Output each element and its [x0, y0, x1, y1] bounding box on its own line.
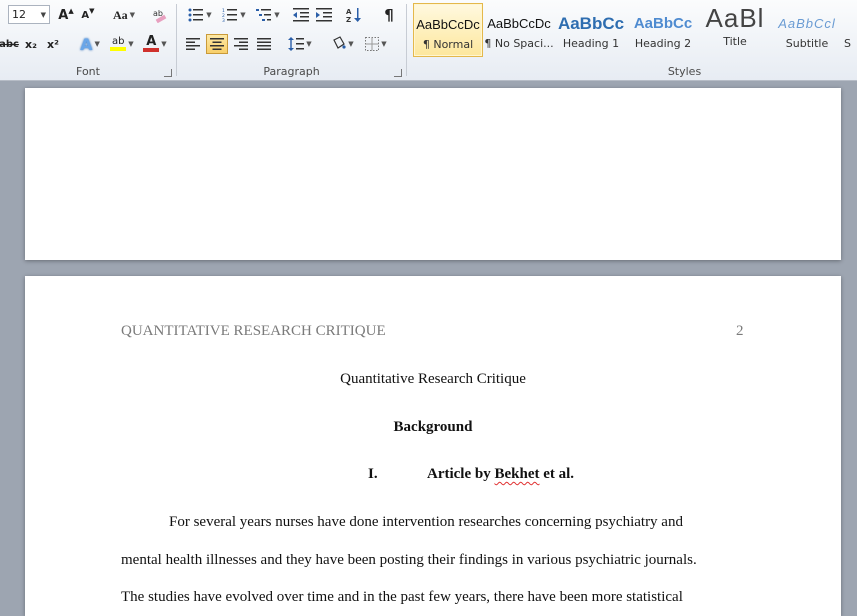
align-right-icon: [234, 38, 248, 50]
style-name: Heading 2: [634, 37, 692, 50]
change-case-label: Aa: [112, 7, 128, 22]
style-sample: AaBbCc: [633, 15, 693, 32]
strikethrough-label: abc: [0, 38, 19, 50]
decrease-indent-icon: [293, 8, 309, 22]
paragraph-line: The studies have evolved over time and i…: [121, 589, 683, 605]
style-sample: AaBbCcDc: [487, 16, 551, 31]
justify-button[interactable]: [254, 34, 274, 54]
document-title: Quantitative Research Critique: [340, 371, 526, 387]
clear-formatting-icon: ab: [153, 9, 167, 23]
pilcrow-icon: ¶: [384, 6, 394, 24]
align-center-icon: [210, 38, 224, 50]
article-heading-suffix: et al.: [539, 466, 575, 482]
highlight-color-swatch: [110, 47, 127, 51]
bullet-list-icon: [188, 8, 204, 22]
multilevel-list-button[interactable]: ▼: [253, 5, 283, 25]
styles-group-label: Styles: [667, 65, 702, 78]
font-group: 12 ▼ A ▲ A ▼ Aa ▼ ab abc x₂ x² A ▼ ab ▼ …: [0, 0, 176, 80]
style-name: Subtitle: [785, 37, 829, 50]
clear-formatting-button[interactable]: ab: [150, 5, 170, 25]
style-sample: AaBbCcDc: [416, 17, 480, 32]
style-subtitle[interactable]: AaBbCcl Subtitle: [772, 3, 842, 57]
style-name: Title: [723, 35, 747, 48]
numbering-button[interactable]: 1 2 3 ▼: [219, 5, 249, 25]
style-name: Heading 1: [562, 37, 620, 50]
shading-button[interactable]: ▼: [327, 34, 357, 54]
font-size-combo[interactable]: 12 ▼: [8, 5, 50, 24]
show-formatting-marks-button[interactable]: ¶: [379, 5, 399, 25]
spelling-error-word: Bekhet: [494, 466, 540, 482]
article-heading: Article by Bekhet et al.: [427, 466, 574, 483]
increase-indent-button[interactable]: [314, 5, 334, 25]
increase-indent-icon: [316, 8, 332, 22]
font-group-label: Font: [76, 65, 100, 78]
style-name: ¶ Normal: [422, 38, 474, 51]
style-name: ¶ No Spaci...: [484, 37, 554, 50]
list-number: I.: [368, 466, 378, 482]
font-size-value: 12: [12, 8, 26, 21]
bullets-button[interactable]: ▼: [185, 5, 215, 25]
ribbon: 12 ▼ A ▲ A ▼ Aa ▼ ab abc x₂ x² A ▼ ab ▼ …: [0, 0, 857, 81]
grow-font-button[interactable]: A ▲: [57, 5, 75, 25]
section-heading: Background: [393, 419, 473, 435]
document-page-1[interactable]: [25, 88, 841, 260]
borders-icon: [365, 37, 380, 51]
text-effects-icon: A: [80, 34, 93, 54]
svg-text:A: A: [346, 8, 352, 16]
svg-text:Z: Z: [346, 16, 351, 23]
article-heading-prefix: Article by: [427, 466, 495, 482]
align-left-icon: [186, 38, 200, 50]
align-center-button[interactable]: [206, 34, 228, 54]
font-color-button[interactable]: A ▼: [140, 34, 170, 54]
style-normal[interactable]: AaBbCcDc ¶ Normal: [413, 3, 483, 57]
sort-az-icon: A Z: [346, 8, 361, 23]
shrink-font-button[interactable]: A ▼: [79, 5, 97, 25]
paragraph-group: ▼ 1 2 3 ▼ ▼ A Z ¶ ▼ ▼ ▼ Paragraph: [177, 0, 406, 80]
paragraph-group-label: Paragraph: [263, 65, 320, 78]
font-color-swatch: [143, 48, 160, 52]
superscript-label: x²: [47, 37, 59, 51]
highlighter-icon: ab: [112, 36, 125, 47]
subscript-button[interactable]: x₂: [22, 34, 40, 54]
svg-text:3: 3: [222, 18, 225, 22]
paint-bucket-icon: [333, 36, 346, 49]
strikethrough-button[interactable]: abc: [0, 34, 19, 54]
font-dialog-launcher-icon[interactable]: [164, 69, 172, 77]
style-name: S: [844, 37, 851, 50]
page-number: 2: [736, 323, 744, 339]
paragraph-dialog-launcher-icon[interactable]: [394, 69, 402, 77]
align-right-button[interactable]: [231, 34, 251, 54]
decrease-indent-button[interactable]: [291, 5, 311, 25]
style-title[interactable]: AaBl Title: [700, 3, 770, 57]
style-heading-2[interactable]: AaBbCc Heading 2: [628, 3, 698, 57]
shrink-font-icon: A: [81, 9, 90, 21]
paragraph-line: For several years nurses have done inter…: [169, 514, 683, 530]
style-sample: AaBbCcl: [778, 16, 836, 31]
font-color-icon: A: [146, 34, 157, 49]
style-heading-1[interactable]: AaBbCc Heading 1: [556, 3, 626, 57]
change-case-button[interactable]: Aa ▼: [110, 5, 138, 25]
paragraph-line: mental health illnesses and they have be…: [121, 552, 697, 568]
chevron-down-icon[interactable]: ▼: [41, 11, 46, 19]
align-left-button[interactable]: [183, 34, 203, 54]
styles-group: AaBbCcDc ¶ Normal AaBbCcDc ¶ No Spaci...…: [407, 0, 857, 80]
style-no-spacing[interactable]: AaBbCcDc ¶ No Spaci...: [484, 3, 554, 57]
justify-icon: [257, 38, 271, 50]
style-partial[interactable]: S: [844, 3, 857, 57]
document-page-2[interactable]: QUANTITATIVE RESEARCH CRITIQUE 2 Quantit…: [25, 276, 841, 616]
running-head: QUANTITATIVE RESEARCH CRITIQUE: [121, 323, 386, 339]
superscript-button[interactable]: x²: [44, 34, 62, 54]
line-spacing-button[interactable]: ▼: [285, 34, 315, 54]
numbered-list-icon: 1 2 3: [222, 8, 238, 22]
multilevel-list-icon: [256, 9, 272, 21]
line-spacing-icon: [288, 37, 305, 51]
subscript-label: x₂: [25, 37, 37, 51]
sort-button[interactable]: A Z: [344, 5, 364, 25]
grow-font-icon: A: [58, 7, 69, 23]
style-sample: AaBl: [705, 3, 765, 33]
text-effects-button[interactable]: A ▼: [77, 34, 103, 54]
highlight-button[interactable]: ab ▼: [107, 34, 137, 54]
borders-button[interactable]: ▼: [361, 34, 391, 54]
style-sample: AaBbCc: [557, 14, 625, 33]
